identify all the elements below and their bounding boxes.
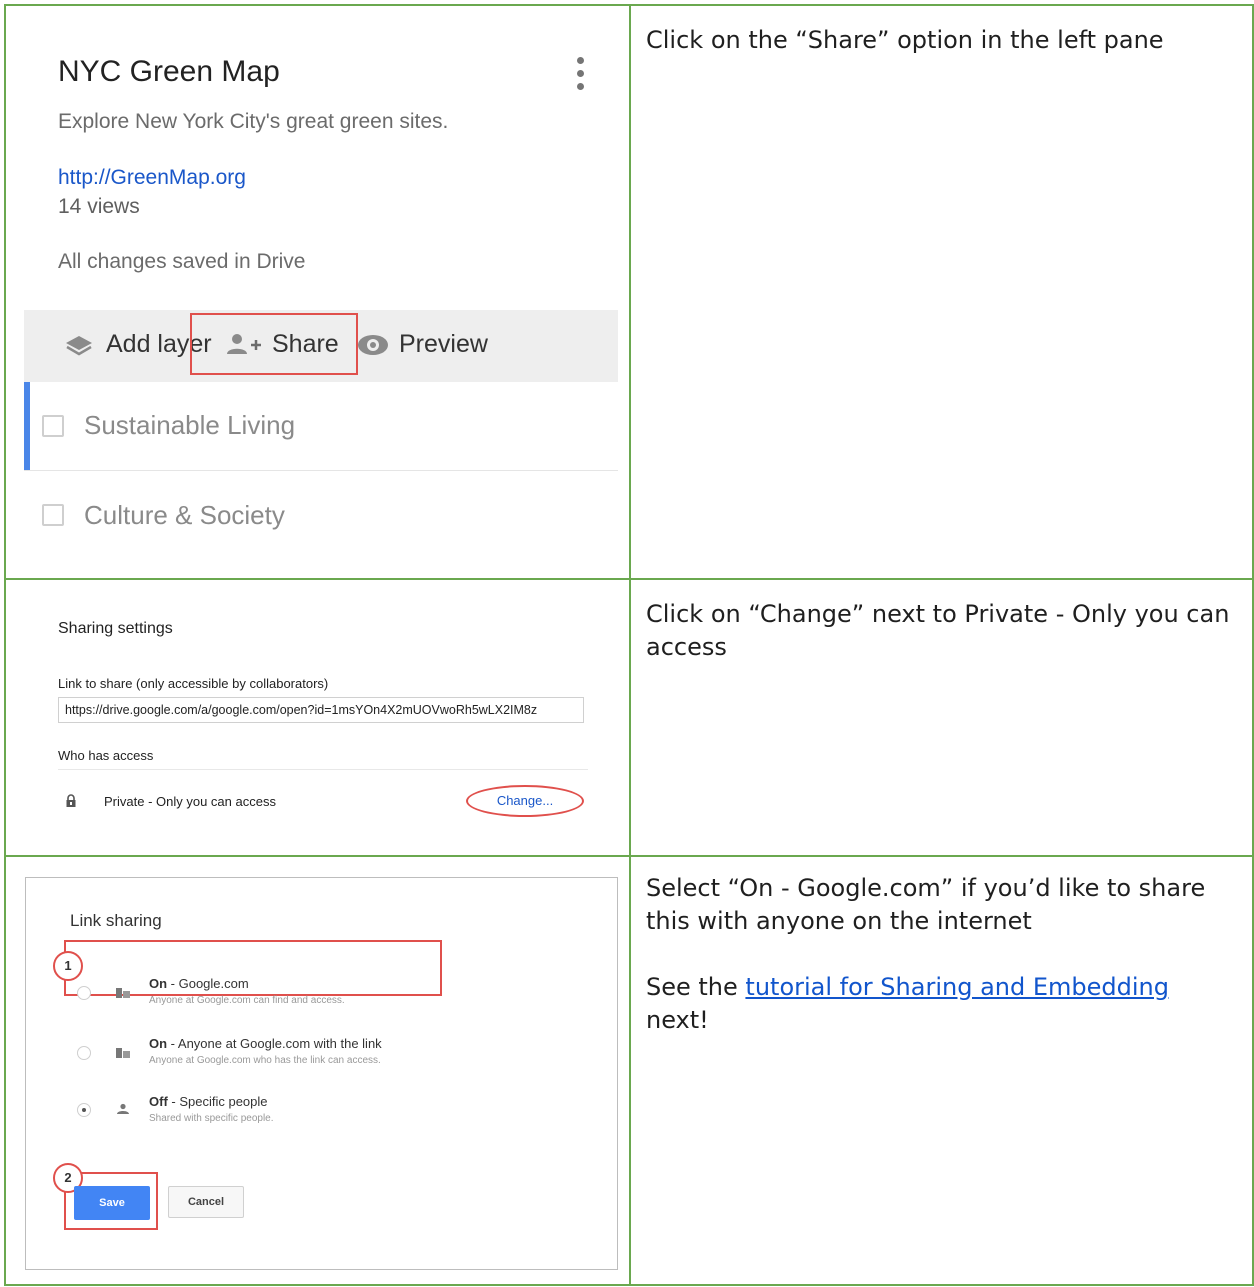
step-1-instruction: Click on the “Share” option in the left … [646,24,1236,57]
option-radio[interactable] [77,1046,91,1060]
option-scope: - Anyone at Google.com with the link [167,1036,382,1051]
access-status: Private - Only you can access [104,794,276,809]
eye-icon [358,334,388,355]
section-divider [58,769,588,770]
layers-icon [66,335,92,355]
lock-icon [66,794,76,807]
change-access-link[interactable]: Change... [466,785,584,817]
domain-link-icon [116,1048,130,1058]
layer-checkbox[interactable] [42,504,64,526]
dialog-title: Sharing settings [58,620,173,637]
selected-layer-indicator [24,382,30,470]
save-button[interactable]: Save [74,1186,150,1220]
next-tutorial-paragraph: See the tutorial for Sharing and Embeddi… [646,971,1236,1037]
map-description: Explore New York City's great green site… [58,110,449,133]
domain-icon [116,988,130,998]
option-state: On [149,1036,168,1051]
layer-divider [24,470,618,471]
share-highlight [190,313,358,375]
dialog-title: Link sharing [70,911,162,930]
map-website-link[interactable]: http://GreenMap.org [58,166,246,190]
layer-name[interactable]: Sustainable Living [84,410,295,441]
view-count: 14 views [58,195,140,218]
grid-line [629,4,631,1286]
option-radio-selected[interactable] [77,1103,91,1117]
save-status: All changes saved in Drive [58,250,306,273]
layer-checkbox[interactable] [42,415,64,437]
link-field-label: Link to share (only accessible by collab… [58,676,329,691]
option-description: Anyone at Google.com who has the link ca… [149,1055,381,1066]
tutorial-link[interactable]: tutorial for Sharing and Embedding [745,973,1169,1001]
instruction-text: Click on “Change” next to Private - Only… [646,600,1230,661]
step-badge: 1 [53,951,83,981]
option-label[interactable]: On - Anyone at Google.com with the link [149,1036,382,1051]
step-3-instruction: Select “On - Google.com” if you’d like t… [646,872,1236,1037]
see-suffix: next! [646,1006,709,1034]
instruction-text: Click on the “Share” option in the left … [646,26,1164,54]
option-scope: - Google.com [167,976,249,991]
option-state: On [149,976,168,991]
instruction-text: Select “On - Google.com” if you’d like t… [646,874,1206,935]
step-2-instruction: Click on “Change” next to Private - Only… [646,598,1236,664]
option-label[interactable]: Off - Specific people [149,1094,268,1109]
grid-line [4,4,6,1286]
person-icon [117,1103,129,1114]
option-scope: - Specific people [167,1094,268,1109]
map-title: NYC Green Map [58,55,280,88]
preview-label: Preview [399,330,488,358]
see-prefix: See the [646,973,746,1001]
option-description: Anyone at Google.com can find and access… [149,995,345,1006]
layer-name[interactable]: Culture & Society [84,500,285,531]
option-label[interactable]: On - Google.com [149,976,249,991]
access-section-heading: Who has access [58,748,154,763]
option-radio[interactable] [77,986,91,1000]
option-state: Off [149,1094,168,1109]
share-link-input[interactable]: https://drive.google.com/a/google.com/op… [58,697,584,723]
more-vert-icon[interactable] [577,57,585,93]
cancel-button[interactable]: Cancel [168,1186,244,1218]
preview-button[interactable]: Preview [356,330,488,359]
option-description: Shared with specific people. [149,1113,274,1124]
